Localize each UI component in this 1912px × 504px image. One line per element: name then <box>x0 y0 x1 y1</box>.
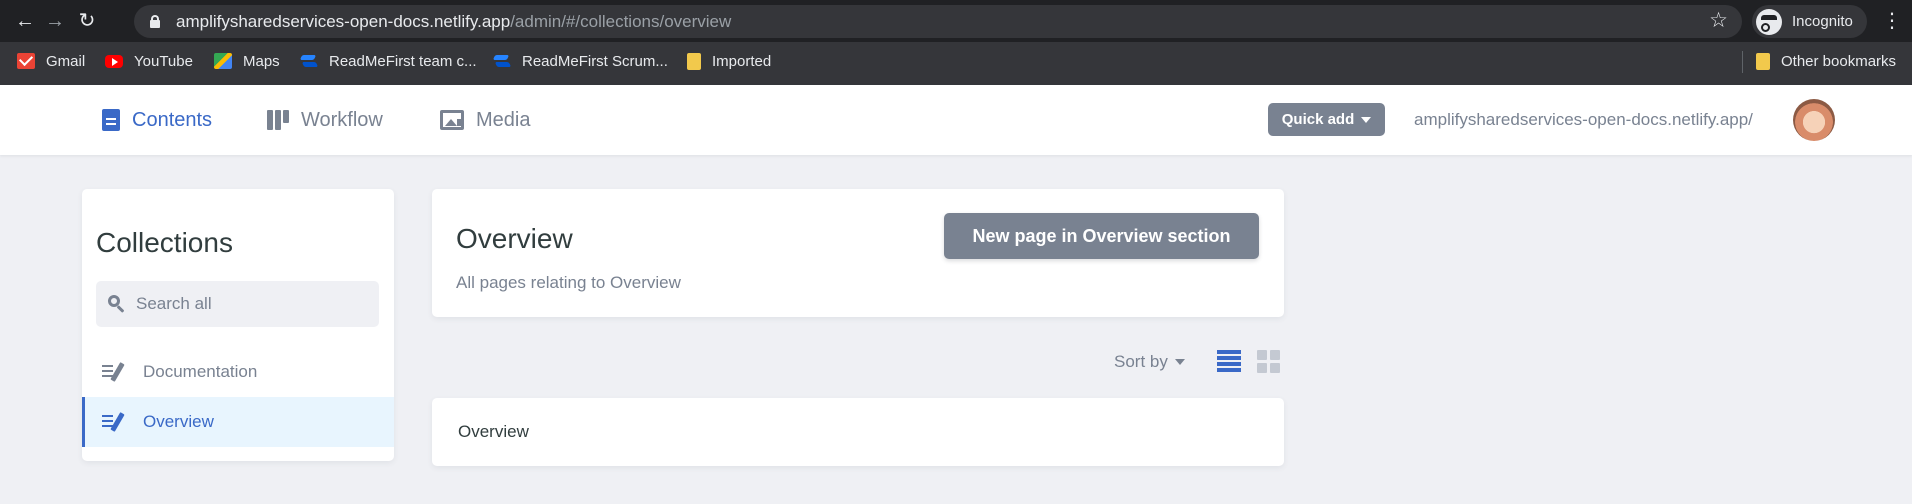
bookmark-label: ReadMeFirst team c... <box>329 52 477 70</box>
bookmark-readmefirst-scrum[interactable]: ReadMeFirst Scrum... <box>493 42 668 80</box>
new-page-button[interactable]: New page in Overview section <box>944 213 1259 259</box>
nav-contents[interactable]: Contents <box>102 85 212 155</box>
folder-icon <box>687 52 701 70</box>
bookmark-label: YouTube <box>134 52 193 70</box>
readmefirst-icon <box>300 53 318 69</box>
incognito-label: Incognito <box>1792 13 1853 30</box>
nav-label: Media <box>476 108 531 131</box>
bookmark-label: Maps <box>243 52 280 70</box>
bookmarks-bar: Gmail YouTube Maps ReadMeFirst team c...… <box>0 42 1912 85</box>
edit-list-icon <box>102 362 125 382</box>
reload-icon[interactable]: ↻ <box>74 8 100 34</box>
bookmark-label: Imported <box>712 52 772 70</box>
quick-add-button[interactable]: Quick add <box>1268 103 1385 136</box>
sidebar-item-overview[interactable]: Overview <box>82 397 394 447</box>
list-view-icon[interactable] <box>1217 350 1241 372</box>
sort-by-label: Sort by <box>1114 352 1168 371</box>
bookmark-readmefirst-team[interactable]: ReadMeFirst team c... <box>300 42 477 80</box>
bookmark-star-icon[interactable]: ☆ <box>1709 9 1728 33</box>
bookmark-gmail[interactable]: Gmail <box>17 42 85 80</box>
grid-view-icon[interactable] <box>1257 350 1281 374</box>
bookmark-label: ReadMeFirst Scrum... <box>522 52 668 70</box>
back-arrow-icon[interactable]: ← <box>12 8 38 34</box>
collections-sidebar: Collections Documentation Overview <box>82 189 394 461</box>
sidebar-item-label: Documentation <box>143 362 258 381</box>
url-text[interactable]: amplifysharedservices-open-docs.netlify.… <box>176 5 731 38</box>
bookmark-maps[interactable]: Maps <box>214 42 280 80</box>
caret-down-icon <box>1361 116 1372 123</box>
url-host: amplifysharedservices-open-docs.netlify.… <box>176 12 511 31</box>
url-path: /admin/#/collections/overview <box>510 12 732 31</box>
nav-workflow[interactable]: Workflow <box>267 85 383 155</box>
sort-by-dropdown[interactable]: Sort by <box>1114 350 1185 374</box>
forward-arrow-icon[interactable]: → <box>42 8 68 34</box>
folder-icon <box>1756 52 1770 70</box>
address-bar[interactable]: amplifysharedservices-open-docs.netlify.… <box>134 5 1742 38</box>
youtube-icon <box>105 54 123 68</box>
search-input[interactable] <box>136 281 366 327</box>
avatar[interactable] <box>1793 99 1835 141</box>
workflow-icon <box>267 110 289 130</box>
bookmark-label: Other bookmarks <box>1781 52 1897 70</box>
incognito-badge[interactable]: Incognito <box>1752 5 1867 38</box>
nav-media[interactable]: Media <box>440 85 530 155</box>
search-box[interactable] <box>96 281 379 327</box>
incognito-icon <box>1756 8 1782 35</box>
site-link[interactable]: amplifysharedservices-open-docs.netlify.… <box>1414 85 1753 155</box>
sidebar-item-label: Overview <box>143 412 214 431</box>
bookmarks-divider <box>1742 51 1743 73</box>
browser-menu-icon[interactable]: ⋮ <box>1882 9 1902 33</box>
entry-title: Overview <box>458 422 529 441</box>
bookmark-youtube[interactable]: YouTube <box>105 42 193 80</box>
bookmark-label: Gmail <box>46 52 86 70</box>
app-header: Contents Workflow Media Quick add amplif… <box>0 85 1912 155</box>
document-icon <box>102 109 120 131</box>
browser-toolbar: ← → ↻ amplifysharedservices-open-docs.ne… <box>0 0 1912 42</box>
maps-icon <box>214 53 232 69</box>
bookmark-other[interactable]: Other bookmarks <box>1756 42 1896 80</box>
collection-description: All pages relating to Overview <box>456 273 681 292</box>
sidebar-title: Collections <box>96 227 233 258</box>
nav-label: Workflow <box>301 108 383 131</box>
nav-label: Contents <box>132 108 213 131</box>
bookmark-folder-imported[interactable]: Imported <box>687 42 771 80</box>
collection-title: Overview <box>456 223 573 254</box>
readmefirst-icon <box>493 53 511 69</box>
edit-list-icon <box>102 412 125 432</box>
list-item[interactable]: Overview <box>432 398 1284 466</box>
gmail-icon <box>17 53 35 69</box>
sidebar-item-documentation[interactable]: Documentation <box>82 347 394 397</box>
quick-add-label: Quick add <box>1281 111 1355 128</box>
search-icon <box>108 295 125 312</box>
caret-down-icon <box>1174 359 1185 365</box>
collection-header-card: Overview All pages relating to Overview … <box>432 189 1284 317</box>
image-icon <box>440 110 464 130</box>
lock-icon <box>150 15 160 28</box>
